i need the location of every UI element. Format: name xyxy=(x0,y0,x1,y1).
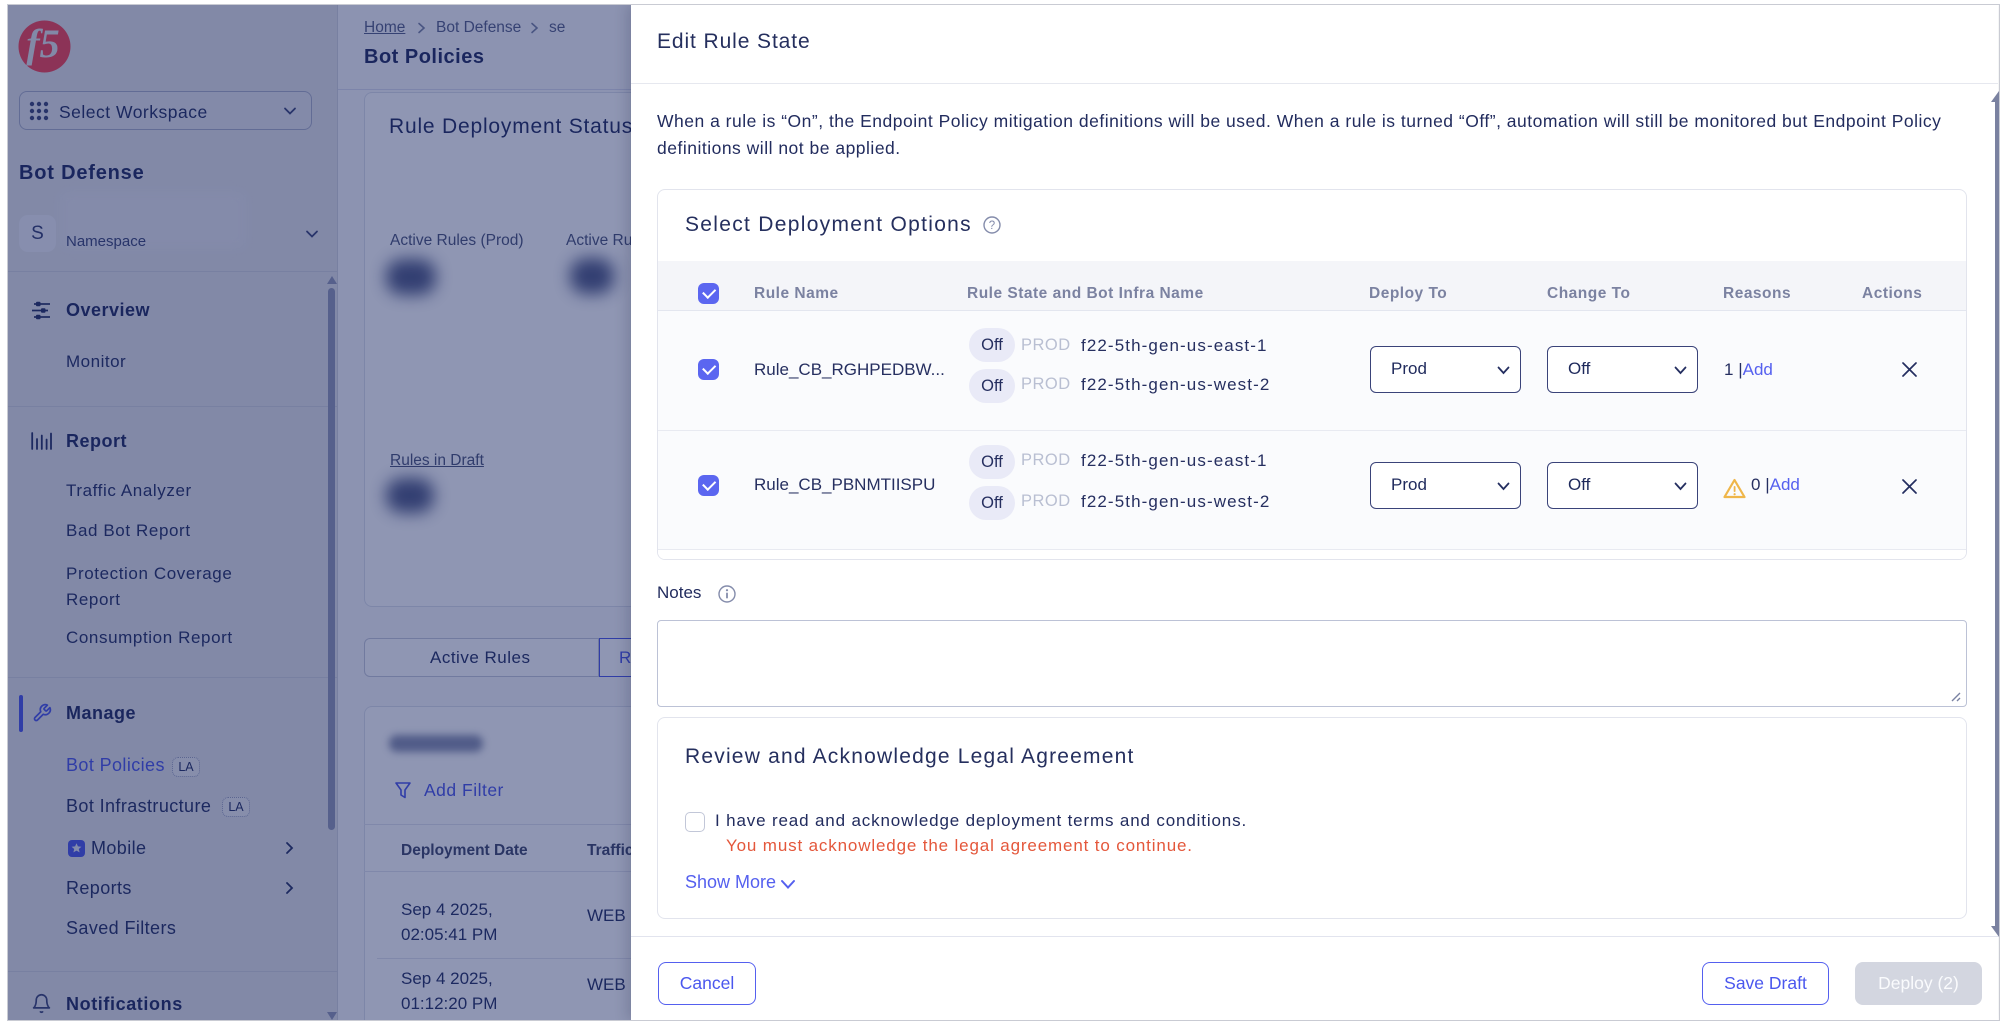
svg-text:?: ? xyxy=(989,220,995,232)
